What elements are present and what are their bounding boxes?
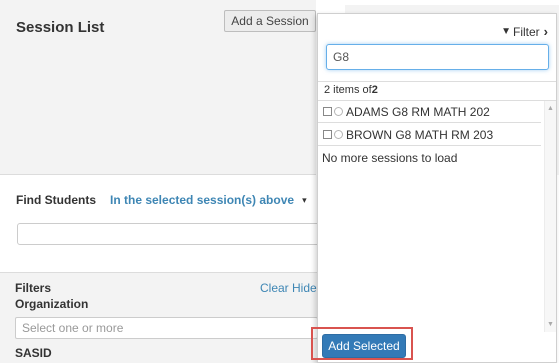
add-selected-button[interactable]: Add Selected	[322, 334, 406, 358]
result-count: 2 items of2	[324, 84, 378, 96]
list-item[interactable]: ADAMS G8 RM MATH 202	[318, 101, 541, 123]
item-checkbox[interactable]	[323, 130, 332, 139]
find-scope-dropdown[interactable]: In the selected session(s) above	[110, 193, 294, 207]
find-students-bar: Find Students In the selected session(s)…	[0, 185, 318, 215]
caret-down-icon[interactable]: ▼	[547, 321, 554, 328]
organization-label: Organization	[15, 297, 89, 311]
session-search-input[interactable]	[326, 44, 549, 70]
session-list-panel: Session List Add a Session	[0, 0, 559, 175]
sasid-label: SASID	[15, 346, 52, 360]
filters-title: Filters	[15, 281, 52, 295]
filter-toggle[interactable]: ▼ Filter ›	[501, 24, 548, 39]
no-more-sessions-text: No more sessions to load	[322, 151, 458, 165]
item-checkbox[interactable]	[323, 107, 332, 116]
item-radio[interactable]	[334, 130, 343, 139]
add-session-button[interactable]: Add a Session	[224, 10, 316, 32]
divider	[318, 81, 556, 82]
caret-down-icon[interactable]: ▾	[302, 195, 307, 206]
item-label: BROWN G8 MATH RM 203	[346, 127, 494, 142]
find-students-label: Find Students	[16, 193, 96, 207]
item-label: ADAMS G8 RM MATH 202	[346, 104, 490, 119]
session-dropdown: ▼ Filter › 2 items of2 ADAMS G8 RM MATH …	[317, 13, 557, 363]
item-radio[interactable]	[334, 107, 343, 116]
session-list-title: Session List	[16, 19, 105, 36]
result-count-prefix: 2 items of	[324, 84, 372, 96]
chevron-right-icon: ›	[543, 24, 548, 39]
result-count-total: 2	[371, 84, 378, 96]
filters-panel: Filters Organization Clear Hide Select o…	[0, 272, 318, 363]
funnel-icon: ▼	[501, 26, 511, 37]
find-students-input[interactable]	[17, 223, 322, 245]
session-list-results: ADAMS G8 RM MATH 202 BROWN G8 MATH RM 20…	[318, 100, 556, 332]
caret-up-icon[interactable]: ▲	[547, 105, 554, 112]
clear-filters-link[interactable]: Clear	[260, 281, 289, 295]
organization-select[interactable]: Select one or more	[15, 317, 318, 339]
filter-label: Filter	[512, 24, 540, 39]
list-item[interactable]: BROWN G8 MATH RM 203	[318, 124, 541, 146]
hide-filters-link[interactable]: Hide	[292, 281, 317, 295]
list-scrollbar[interactable]: ▲ ▼	[544, 101, 556, 332]
